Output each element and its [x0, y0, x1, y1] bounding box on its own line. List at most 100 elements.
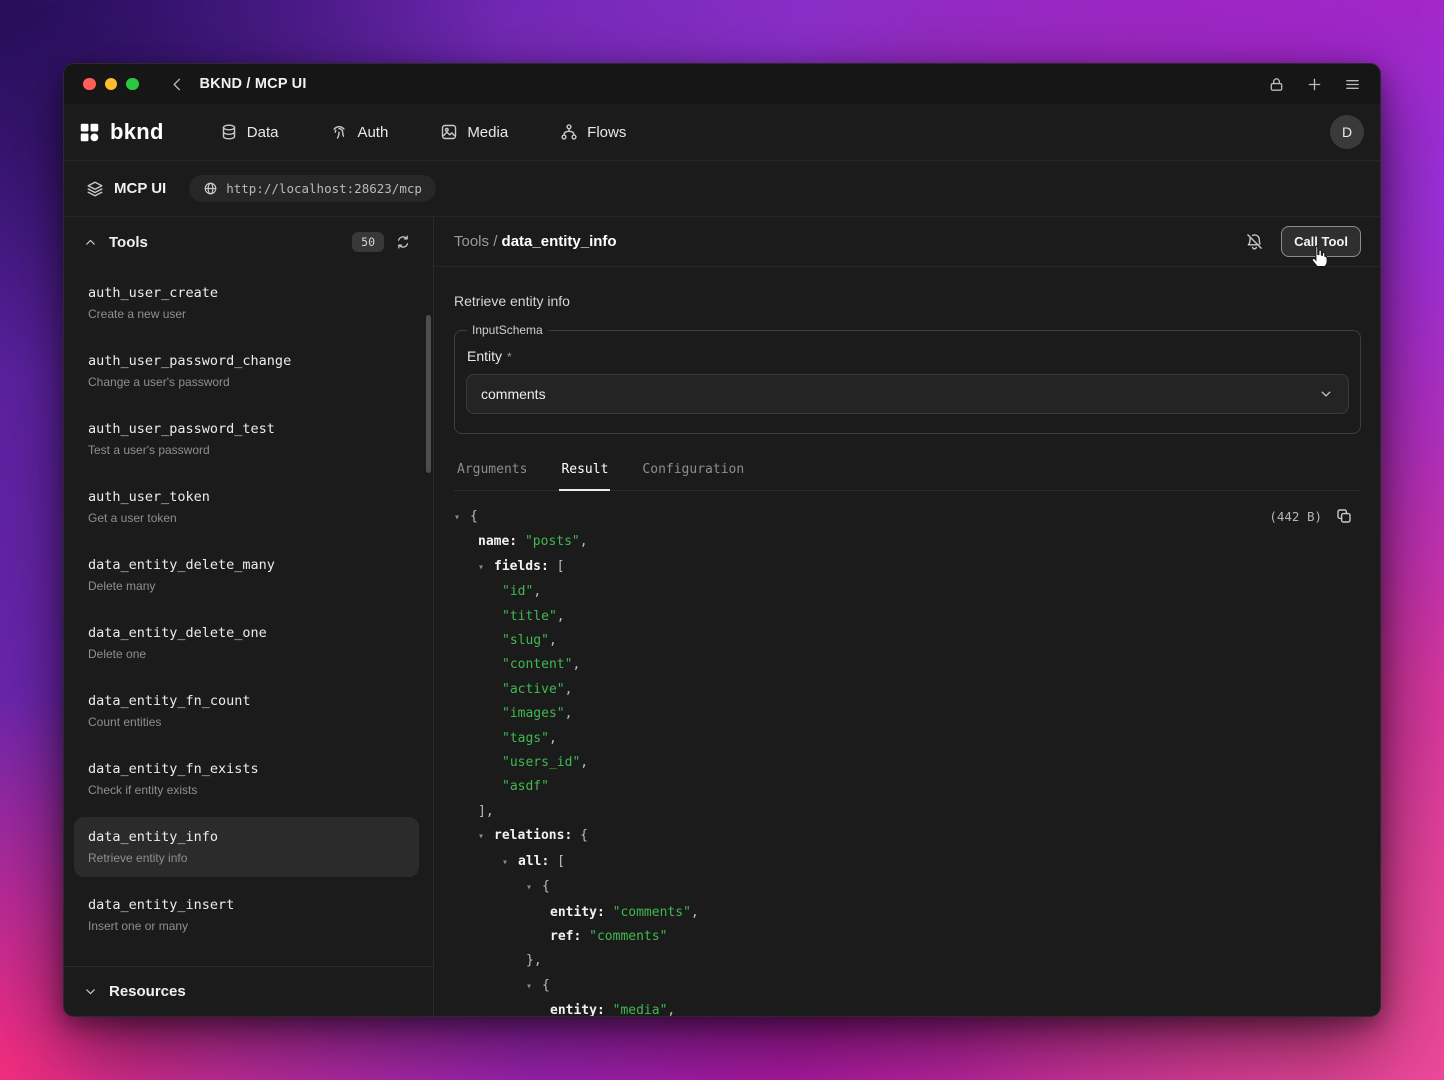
close-window-button[interactable] — [83, 78, 96, 91]
nav-item-label: Media — [467, 124, 508, 141]
back-icon[interactable] — [169, 76, 186, 93]
json-line: ▾{ — [454, 974, 1361, 999]
nav-item-auth[interactable]: Auth — [330, 123, 388, 141]
chevron-down-icon[interactable] — [83, 984, 98, 999]
json-line: ▾{ — [454, 505, 1361, 530]
server-url-chip[interactable]: http://localhost:28623/mcp — [189, 175, 436, 202]
tab-result[interactable]: Result — [559, 460, 610, 491]
refresh-icon[interactable] — [395, 234, 411, 250]
notifications-off-icon[interactable] — [1245, 232, 1264, 251]
toolbar-actions: Call Tool — [1245, 226, 1361, 257]
brand-name: bknd — [110, 119, 164, 145]
page-title: MCP UI — [114, 180, 166, 197]
tool-description: Retrieve entity info — [454, 293, 1361, 309]
sidebar-item-auth_user_password_change[interactable]: auth_user_password_change Change a user'… — [74, 341, 419, 401]
main-nav: Data Auth Media Flows — [220, 123, 627, 141]
lock-icon[interactable] — [1268, 76, 1285, 93]
result-tabs: Arguments Result Configuration — [454, 460, 1361, 491]
json-line: "users_id", — [454, 751, 1361, 775]
json-line: ref: "comments" — [454, 925, 1361, 949]
database-icon — [220, 123, 238, 141]
json-line: "images", — [454, 702, 1361, 726]
menu-icon[interactable] — [1344, 76, 1361, 93]
call-tool-button-wrap: Call Tool — [1281, 226, 1361, 257]
caret-down-icon[interactable]: ▾ — [478, 825, 494, 849]
sidebar-item-auth_user_token[interactable]: auth_user_token Get a user token — [74, 477, 419, 537]
app-header: bknd Data Auth Media Flows D — [64, 104, 1380, 161]
sidebar-item-data_entity_delete_one[interactable]: data_entity_delete_one Delete one — [74, 613, 419, 673]
json-line: }, — [454, 949, 1361, 973]
entity-select-value: comments — [481, 386, 546, 402]
caret-down-icon[interactable]: ▾ — [526, 876, 542, 900]
json-line: entity: "media", — [454, 999, 1361, 1016]
json-result-view: (442 B) ▾{name: "posts",▾fields: ["id","… — [454, 491, 1361, 1016]
sidebar-item-data_entity_delete_many[interactable]: data_entity_delete_many Delete many — [74, 545, 419, 605]
caret-down-icon[interactable]: ▾ — [526, 975, 542, 999]
entity-field-label: Entity * — [467, 348, 1348, 364]
tool-detail: Retrieve entity info InputSchema Entity … — [434, 267, 1380, 1016]
caret-down-icon[interactable]: ▾ — [478, 556, 494, 580]
globe-icon — [203, 181, 218, 196]
json-line: ], — [454, 800, 1361, 824]
scrollbar-thumb[interactable] — [426, 315, 431, 473]
tool-item-description: Test a user's password — [88, 443, 405, 457]
caret-down-icon[interactable]: ▾ — [454, 506, 470, 530]
nav-item-label: Data — [247, 124, 279, 141]
copy-icon[interactable] — [1335, 507, 1353, 525]
json-line: "id", — [454, 580, 1361, 604]
brand-logo[interactable]: bknd — [79, 119, 164, 145]
entity-label: Entity — [467, 348, 502, 364]
breadcrumb-current: data_entity_info — [502, 233, 617, 250]
breadcrumb-parent[interactable]: Tools — [454, 233, 489, 250]
tool-name: data_entity_delete_one — [88, 625, 405, 641]
user-avatar[interactable]: D — [1330, 115, 1364, 149]
nav-item-data[interactable]: Data — [220, 123, 279, 141]
json-line: "tags", — [454, 727, 1361, 751]
json-lines: ▾{name: "posts",▾fields: ["id","title","… — [454, 505, 1361, 1016]
window-title: BKND / MCP UI — [200, 76, 307, 92]
breadcrumb: Tools / data_entity_info — [454, 233, 617, 250]
tool-list: auth_user_create Create a new user auth_… — [64, 267, 433, 966]
nav-item-label: Auth — [357, 124, 388, 141]
sidebar-item-data_entity_fn_exists[interactable]: data_entity_fn_exists Check if entity ex… — [74, 749, 419, 809]
chevron-up-icon[interactable] — [83, 235, 98, 250]
breadcrumb-separator: / — [489, 233, 502, 250]
tab-arguments[interactable]: Arguments — [455, 460, 529, 490]
titlebar-actions — [1268, 76, 1361, 93]
tool-name: data_entity_fn_exists — [88, 761, 405, 777]
call-tool-button[interactable]: Call Tool — [1281, 226, 1361, 257]
media-icon — [440, 123, 458, 141]
window-titlebar: BKND / MCP UI — [64, 64, 1380, 104]
content-area: Tools 50 auth_user_create Create a new u… — [64, 217, 1380, 1016]
caret-down-icon[interactable]: ▾ — [502, 851, 518, 875]
entity-select[interactable]: comments — [466, 374, 1349, 414]
nav-item-media[interactable]: Media — [440, 123, 508, 141]
tab-configuration[interactable]: Configuration — [640, 460, 746, 490]
server-url: http://localhost:28623/mcp — [226, 181, 422, 196]
json-line: ▾relations: { — [454, 824, 1361, 849]
sidebar-item-auth_user_password_test[interactable]: auth_user_password_test Test a user's pa… — [74, 409, 419, 469]
maximize-window-button[interactable] — [126, 78, 139, 91]
tool-name: auth_user_create — [88, 285, 405, 301]
nav-item-flows[interactable]: Flows — [560, 123, 626, 141]
chevron-down-icon — [1318, 386, 1334, 402]
sidebar-item-data_entity_insert[interactable]: data_entity_insert Insert one or many — [74, 885, 419, 945]
mcp-stack-icon — [86, 180, 104, 198]
json-line: "content", — [454, 653, 1361, 677]
main-panel: Tools / data_entity_info Call Tool Retri… — [434, 217, 1380, 1016]
sidebar-item-auth_user_create[interactable]: auth_user_create Create a new user — [74, 273, 419, 333]
json-line: "asdf" — [454, 775, 1361, 799]
tool-name: auth_user_password_test — [88, 421, 405, 437]
sidebar-item-data_entity_fn_count[interactable]: data_entity_fn_count Count entities — [74, 681, 419, 741]
json-line: "active", — [454, 678, 1361, 702]
sidebar-item-data_entity_info[interactable]: data_entity_info Retrieve entity info — [74, 817, 419, 877]
fieldset-legend: InputSchema — [467, 323, 548, 337]
new-tab-icon[interactable] — [1306, 76, 1323, 93]
input-schema-fieldset: InputSchema Entity * comments — [454, 323, 1361, 434]
main-toolbar: Tools / data_entity_info Call Tool — [434, 217, 1380, 267]
json-line: ▾all: [ — [454, 850, 1361, 875]
minimize-window-button[interactable] — [105, 78, 118, 91]
json-line: "title", — [454, 605, 1361, 629]
json-line: name: "posts", — [454, 530, 1361, 554]
tool-name: data_entity_info — [88, 829, 405, 845]
